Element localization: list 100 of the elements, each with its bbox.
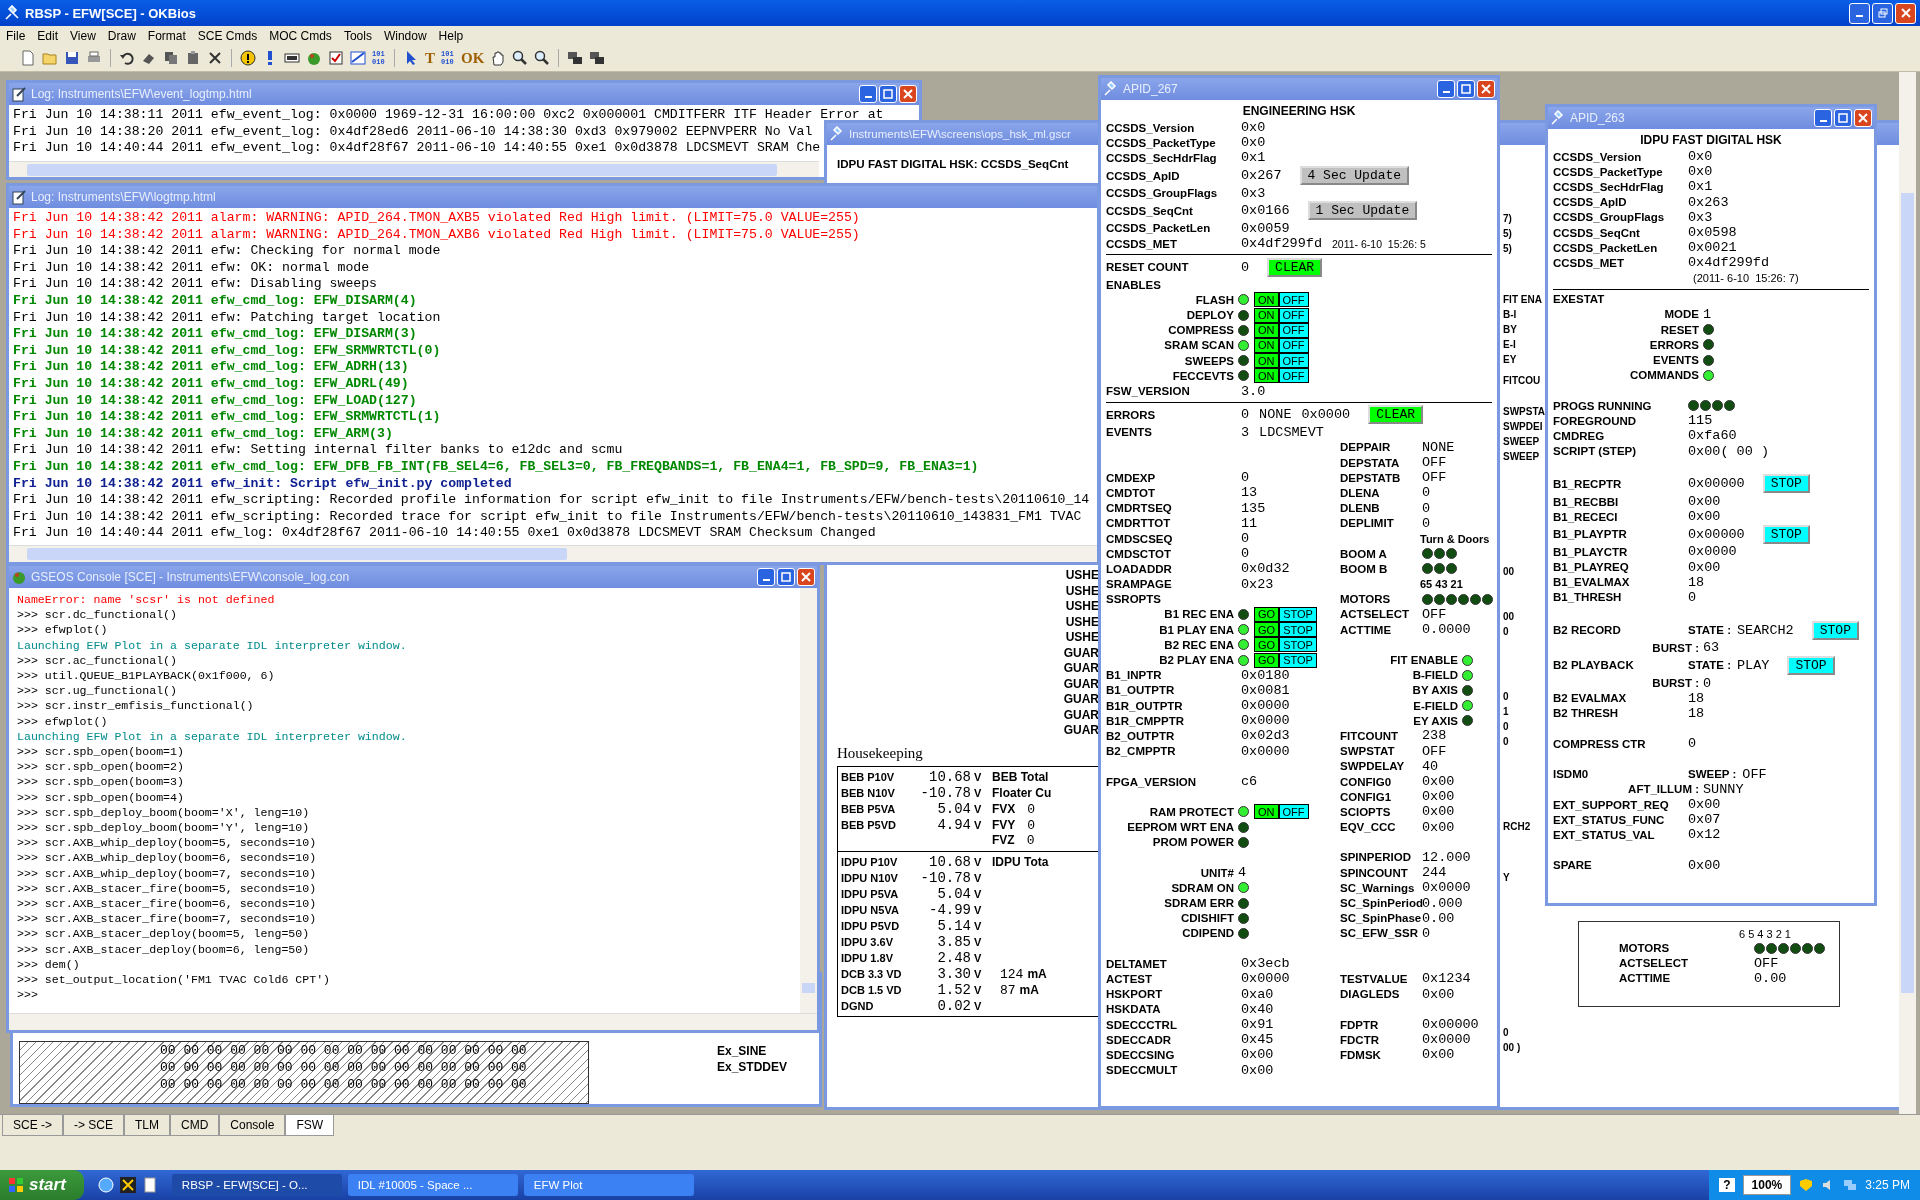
snake-icon[interactable]: [306, 50, 322, 66]
panel-button[interactable]: ON: [1254, 292, 1279, 308]
menu-item[interactable]: Edit: [37, 28, 59, 43]
minimize-button[interactable]: [859, 85, 877, 103]
taskbar-button[interactable]: EFW Plot: [523, 1174, 694, 1196]
menu-item[interactable]: Window: [383, 28, 427, 43]
taskbar-button[interactable]: IDL #10005 - Space ...: [347, 1174, 518, 1196]
log-line: Fri Jun 10 14:38:42 2011 efw_cmd_log: EFW_DFB_FB_INT(FB_SEL4=6, FB_SEL3=0, FB_FREQBANDS=1, FB_ENA4=1, FB_SPD=9, FB_ENA3=1): [13, 458, 979, 476]
zoom-icon[interactable]: [512, 50, 529, 66]
tab[interactable]: TLM: [124, 1115, 171, 1136]
toolbar-button[interactable]: OK: [461, 49, 485, 67]
help-button[interactable]: ?: [1719, 1178, 1735, 1192]
zoom-icon[interactable]: [534, 50, 551, 66]
field-label: HSKDATA: [1106, 1003, 1162, 1016]
menu-item[interactable]: View: [70, 28, 96, 43]
panel-icon[interactable]: [284, 50, 300, 66]
horizontal-scrollbar[interactable]: [9, 545, 1097, 562]
undo-icon[interactable]: [119, 50, 135, 66]
windows-icon[interactable]: [567, 50, 584, 66]
vertical-scrollbar[interactable]: [800, 588, 817, 1013]
check-icon[interactable]: [328, 50, 344, 66]
list-item[interactable]: Ex_STDDEV: [717, 1059, 788, 1075]
vertical-scrollbar[interactable]: [1899, 72, 1916, 1114]
menu-item[interactable]: Help: [438, 28, 464, 43]
field-label: CONFIG1: [1340, 790, 1393, 803]
close-button[interactable]: [797, 568, 815, 586]
new-icon[interactable]: [20, 50, 36, 66]
panel-button[interactable]: ON: [1254, 368, 1279, 384]
warning-icon[interactable]: [240, 50, 256, 66]
panel-button[interactable]: ON: [1254, 804, 1279, 820]
panel-button[interactable]: STOP: [1279, 606, 1317, 622]
panel-button[interactable]: STOP: [1279, 637, 1317, 653]
save-icon[interactable]: [64, 50, 80, 66]
panel-button[interactable]: GO: [1254, 606, 1280, 622]
close-button[interactable]: [1477, 80, 1495, 98]
menu-item[interactable]: Format: [147, 28, 186, 43]
field-value: -4.99: [928, 901, 971, 918]
maximize-button[interactable]: [1457, 80, 1475, 98]
panel-button[interactable]: ON: [1254, 353, 1279, 369]
log-line: Fri Jun 10 14:38:42 2011 efw: Checking for normal mode: [13, 243, 441, 260]
panel-button[interactable]: OFF: [1278, 353, 1309, 369]
document-icon[interactable]: [141, 1177, 158, 1193]
minimize-button[interactable]: [1437, 80, 1455, 98]
panel-button[interactable]: STOP: [1279, 622, 1317, 638]
taskbar-button[interactable]: RBSP - EFW[SCE] - O...: [171, 1174, 342, 1196]
field-value: 0x02d3: [1241, 728, 1290, 744]
section-label: ENABLES: [1106, 278, 1162, 291]
maximize-button[interactable]: [777, 568, 795, 586]
windows-icon[interactable]: [589, 50, 606, 66]
cross-icon[interactable]: [119, 1177, 136, 1193]
paste-icon[interactable]: [185, 50, 201, 66]
tab[interactable]: Console: [219, 1115, 286, 1136]
menu-item[interactable]: File: [6, 28, 26, 43]
panel-button[interactable]: OFF: [1278, 804, 1309, 820]
panel-button[interactable]: 4 Sec Update: [1299, 166, 1410, 186]
close-button[interactable]: [899, 85, 917, 103]
delete-icon[interactable]: [207, 50, 223, 66]
tab[interactable]: CMD: [170, 1115, 220, 1136]
tab[interactable]: -> SCE: [63, 1115, 125, 1136]
panel-button[interactable]: CLEAR: [1267, 257, 1323, 277]
panel-button[interactable]: OFF: [1278, 292, 1309, 308]
panel-button[interactable]: OFF: [1278, 368, 1309, 384]
panel-button[interactable]: STOP: [1787, 655, 1835, 675]
copy-icon[interactable]: [163, 50, 179, 66]
panel-button[interactable]: STOP: [1762, 474, 1810, 494]
field-label: GUAR: [1063, 676, 1099, 692]
restore-button[interactable]: [1872, 2, 1893, 24]
panel-button[interactable]: OFF: [1278, 307, 1309, 323]
panel-button[interactable]: GO: [1254, 622, 1280, 638]
panel-button[interactable]: CLEAR: [1368, 405, 1424, 425]
panel-button[interactable]: GO: [1254, 637, 1280, 653]
maximize-button[interactable]: [879, 85, 897, 103]
panel-button[interactable]: ON: [1254, 307, 1279, 323]
globe-icon[interactable]: [97, 1177, 114, 1193]
horizontal-scrollbar[interactable]: [9, 161, 819, 177]
tab[interactable]: FSW: [285, 1115, 335, 1136]
panel-button[interactable]: GO: [1254, 652, 1280, 668]
minimize-button[interactable]: [757, 568, 775, 586]
panel-button[interactable]: STOP: [1762, 524, 1810, 544]
field-value: 0x0059: [1241, 220, 1290, 236]
panel-button[interactable]: 1 Sec Update: [1307, 201, 1418, 221]
panel-button[interactable]: STOP: [1279, 652, 1317, 668]
tab[interactable]: SCE ->: [2, 1115, 63, 1136]
menu-item[interactable]: Tools: [343, 28, 372, 43]
field-label: CCSDS_MET: [1106, 237, 1178, 250]
start-button[interactable]: start: [0, 1170, 84, 1200]
horizontal-scrollbar[interactable]: [9, 1013, 817, 1030]
menu-item[interactable]: Draw: [107, 28, 136, 43]
close-button[interactable]: [1895, 2, 1916, 24]
list-item[interactable]: Ex_SINE: [717, 1043, 788, 1059]
toolbar-button[interactable]: T: [425, 49, 435, 67]
close-button[interactable]: [1854, 109, 1872, 127]
chart-icon[interactable]: [350, 50, 366, 66]
menu-item[interactable]: MOC Cmds: [269, 28, 332, 43]
minimize-button[interactable]: [1814, 109, 1832, 127]
menu-item[interactable]: SCE Cmds: [197, 28, 258, 43]
hand-icon[interactable]: [490, 50, 507, 66]
maximize-button[interactable]: [1834, 109, 1852, 127]
minimize-button[interactable]: [1849, 2, 1870, 24]
panel-button[interactable]: STOP: [1811, 620, 1859, 640]
